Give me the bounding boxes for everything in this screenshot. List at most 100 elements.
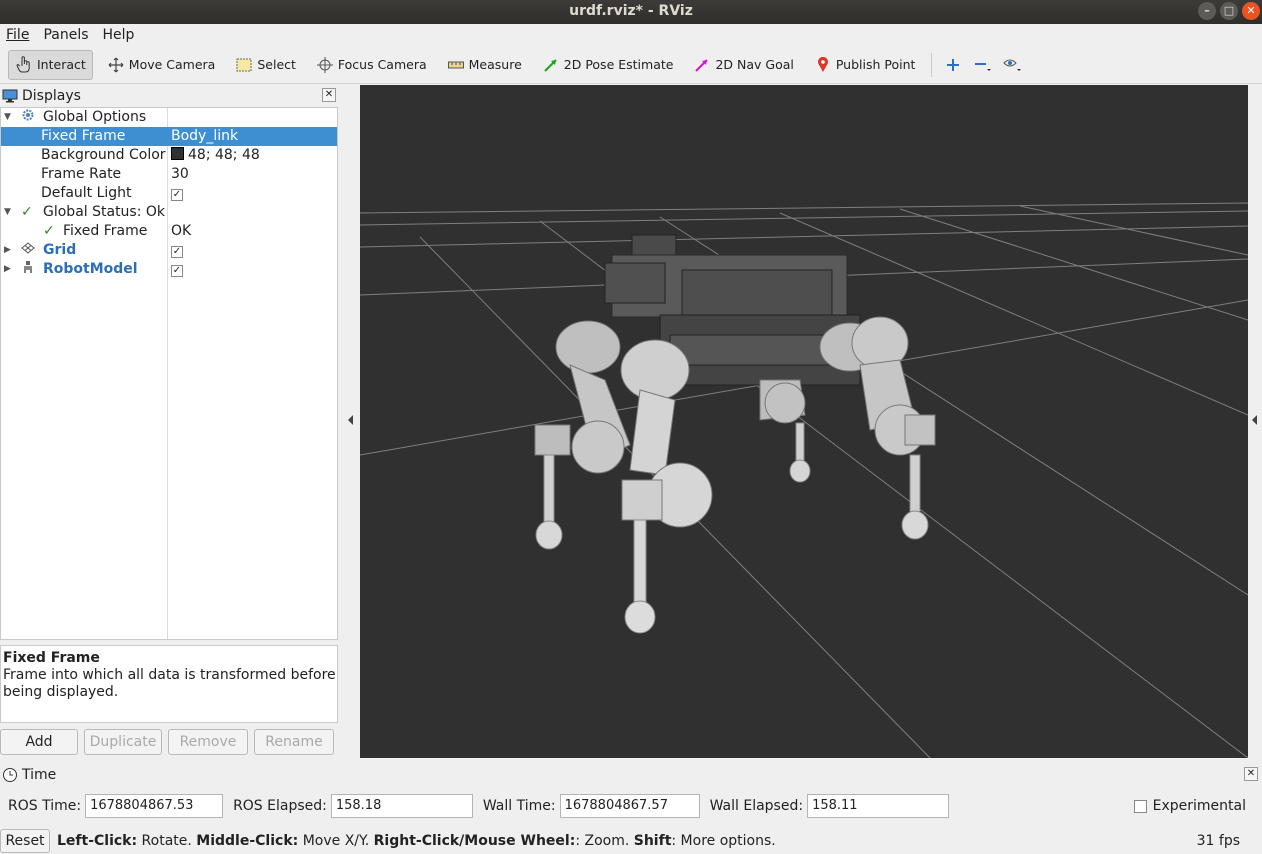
wall-time-field[interactable]: 1678804867.57 [559,794,700,818]
hint-left-click-text: Rotate. [137,833,197,849]
tree-row-default-light[interactable]: Default Light ✓ [1,184,337,203]
displays-panel: Displays ✕ ▼ Global Options Fixed Frame … [0,85,340,761]
remove-button[interactable]: Remove [168,729,248,755]
ros-elapsed-field[interactable]: 158.18 [330,794,473,818]
wall-time-label: Wall Time: [482,798,556,814]
status-fixed-frame-value: OK [171,223,192,239]
tree-row-frame-rate[interactable]: Frame Rate 30 [1,165,337,184]
tool-bar: Interact Move Camera Select Focus Camera… [0,46,1262,84]
nav-goal-tool-button[interactable]: 2D Nav Goal [687,50,799,80]
menu-file[interactable]: File [4,27,31,43]
ok-check-icon: ✓ [43,223,55,239]
menu-panels[interactable]: Panels [41,27,90,43]
checkmark-icon[interactable]: ✓ [171,265,183,277]
menu-help[interactable]: Help [101,27,137,43]
move-camera-tool-button[interactable]: Move Camera [101,50,222,80]
publish-point-tool-button[interactable]: Publish Point [808,50,922,80]
background-color-text: 48; 48; 48 [188,147,260,163]
collapse-left-icon[interactable] [348,415,353,425]
fixed-frame-value[interactable]: Body_link [171,127,238,146]
render-viewport[interactable] [360,85,1248,758]
move-arrows-icon [107,56,125,74]
close-time-panel-icon[interactable]: ✕ [1244,767,1258,781]
hint-middle-click-text: Move X/Y. [298,833,374,849]
collapse-arrow-icon[interactable]: ▶ [4,260,14,279]
interact-tool-button[interactable]: Interact [8,49,93,80]
frame-rate-value[interactable]: 30 [171,165,189,184]
color-swatch[interactable] [171,147,184,160]
add-tool-icon[interactable] [940,52,966,78]
default-light-checkbox[interactable]: ✓ [171,184,183,203]
time-panel: Time ✕ ROS Time: 1678804867.53 ROS Elaps… [0,764,1262,854]
hint-left-click-key: Left-Click: [57,833,138,849]
tree-row-grid[interactable]: ▶ Grid ✓ [1,241,337,260]
global-status-label: Global Status: Ok [43,204,166,220]
displays-panel-header: Displays ✕ [0,85,340,107]
tree-row-status-fixed-frame[interactable]: ✓ Fixed Frame OK [1,222,337,241]
add-button[interactable]: Add [0,729,78,755]
select-box-icon [235,56,253,74]
toolbar-separator [931,52,933,77]
robot-model-label: RobotModel [43,261,138,277]
wall-elapsed-label: Wall Elapsed: [709,798,804,814]
global-options-label: Global Options [43,109,147,125]
ros-time-field[interactable]: 1678804867.53 [85,794,224,818]
robot-model-render [534,234,936,634]
maximize-icon[interactable]: □ [1220,2,1238,20]
pose-estimate-tool-button[interactable]: 2D Pose Estimate [536,50,680,80]
grid-label: Grid [43,242,77,258]
reset-button[interactable]: Reset [0,829,50,853]
tree-row-fixed-frame[interactable]: Fixed Frame Body_link [1,127,337,146]
checkmark-icon[interactable]: ✓ [171,189,183,201]
tree-row-robot-model[interactable]: ▶ RobotModel ✓ [1,260,337,279]
experimental-label: Experimental [1152,798,1246,814]
tree-row-background-color[interactable]: Background Color 48; 48; 48 [1,146,337,165]
description-text: Frame into which all data is transformed… [3,667,336,700]
fixed-frame-label: Fixed Frame [41,128,126,144]
background-color-label: Background Color [41,147,166,163]
hint-shift-key: Shift [633,833,672,849]
time-panel-header: Time ✕ [0,764,1262,786]
experimental-option[interactable]: Experimental [1133,798,1246,814]
select-label: Select [257,57,296,72]
magenta-arrow-icon [693,56,711,74]
experimental-checkbox[interactable] [1133,799,1147,813]
ruler-icon [447,56,465,74]
grid-checkbox[interactable]: ✓ [171,241,183,260]
rename-button[interactable]: Rename [254,729,334,755]
nav-goal-label: 2D Nav Goal [715,57,794,72]
select-tool-button[interactable]: Select [229,50,302,80]
tree-row-global-options[interactable]: ▼ Global Options [1,108,337,127]
ros-time-label: ROS Time: [8,798,82,814]
menu-bar: File Panels Help [0,24,1262,46]
close-window-icon[interactable]: ✕ [1242,2,1260,20]
duplicate-button[interactable]: Duplicate [84,729,162,755]
expand-arrow-icon[interactable]: ▼ [4,203,14,222]
ok-check-icon: ✓ [21,204,33,220]
measure-label: Measure [468,57,522,72]
focus-camera-tool-button[interactable]: Focus Camera [310,50,433,80]
map-pin-icon [814,56,832,74]
eye-icon[interactable] [1000,52,1026,78]
hint-right-click-text: : Zoom. [575,833,634,849]
checkmark-icon[interactable]: ✓ [171,246,183,258]
close-panel-icon[interactable]: ✕ [322,88,336,102]
hint-right-click-key: Right-Click/Mouse Wheel: [373,833,576,849]
hint-middle-click-key: Middle-Click: [196,833,299,849]
expand-arrow-icon[interactable]: ▼ [4,108,14,127]
wall-elapsed-field[interactable]: 158.11 [807,794,950,818]
collapse-right-icon[interactable] [1252,415,1257,425]
background-color-value[interactable]: 48; 48; 48 [171,146,260,165]
minimize-icon[interactable]: – [1198,2,1216,20]
fps-readout: 31 fps [1196,833,1240,849]
right-splitter[interactable] [1248,85,1262,758]
scene-svg [360,202,1248,758]
pose-estimate-label: 2D Pose Estimate [563,57,674,72]
tree-row-global-status[interactable]: ▼ ✓ Global Status: Ok [1,203,337,222]
remove-tool-icon[interactable] [970,52,996,78]
left-splitter[interactable] [340,85,360,758]
robot-model-checkbox[interactable]: ✓ [171,260,183,279]
collapse-arrow-icon[interactable]: ▶ [4,241,14,260]
measure-tool-button[interactable]: Measure [441,50,528,80]
grid-icon [21,241,35,260]
